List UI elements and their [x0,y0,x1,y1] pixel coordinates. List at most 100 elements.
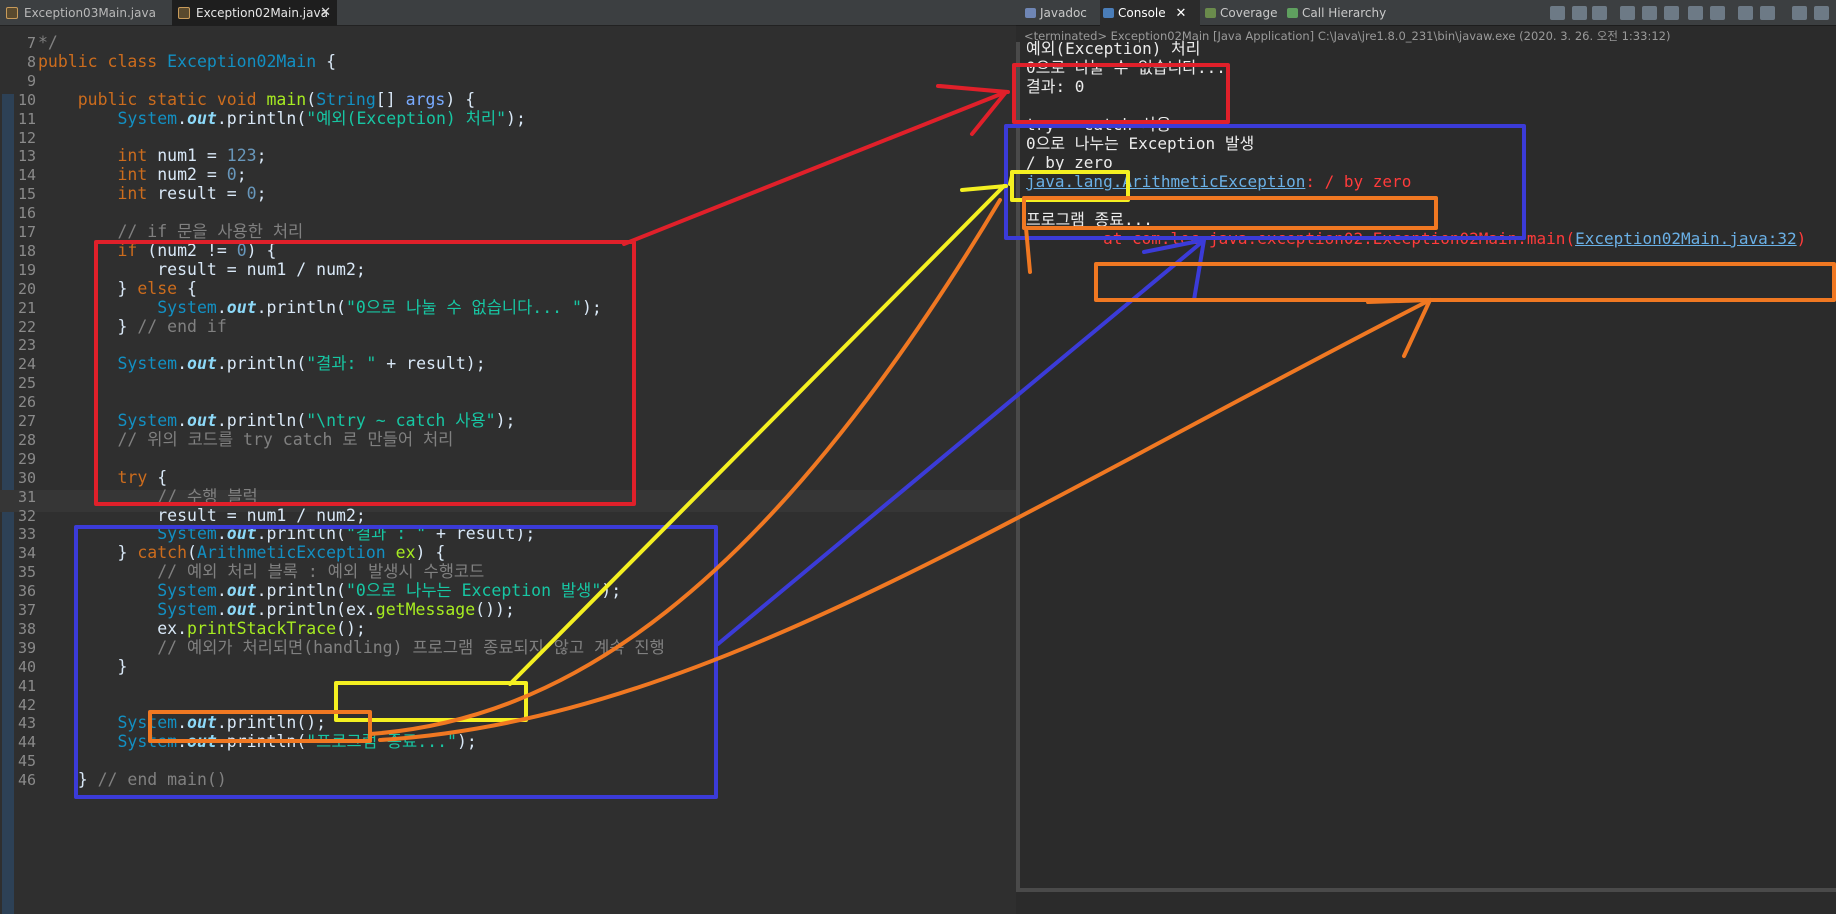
token: "예외(Exception) 처리" [306,108,507,128]
token: try [117,467,158,487]
token: "프로그램 종료..." [306,732,457,752]
token: . [177,713,188,733]
console-view[interactable]: Javadoc Console ✕ Coverage Call Hierarch… [1016,0,1836,914]
token: .println( [216,108,307,128]
word-wrap-icon[interactable] [1642,6,1657,20]
token: ; [236,165,247,185]
console-bottom-border [1016,888,1836,892]
token: { [316,51,337,71]
tab-label: Javadoc [1040,6,1087,20]
token: ); [495,411,516,430]
code-area[interactable]: 7 */8 public class Exception02Main {9 10 pu… [0,28,1016,914]
token: System [157,297,217,317]
token: out [187,732,217,752]
editor-tab-bar: Exception03Main.java Exception02Main.jav… [0,0,1016,26]
token: public class [38,51,168,71]
close-console-icon[interactable]: ✕ [1175,6,1186,21]
token: num2 = [157,165,227,185]
token: result = num1 / num2; [38,259,366,279]
maximize-icon[interactable] [1814,6,1829,20]
tab-coverage[interactable]: Coverage [1202,0,1282,26]
token: System [117,354,178,374]
token: else [137,278,188,298]
java-file-icon [178,7,190,19]
display-selected-icon[interactable] [1688,6,1703,20]
token: "\ntry ~ catch 사용" [306,411,496,430]
token: ; [256,146,267,166]
remove-all-icon[interactable] [1592,6,1607,20]
token: "0으로 나눌 수 없습니다... " [345,297,582,317]
token: (num2 != [147,240,237,260]
token: printStackTrace [187,618,337,638]
exception-message: : / by zero [1305,172,1412,191]
tab-javadoc[interactable]: Javadoc [1022,0,1102,26]
token: { [187,278,197,298]
code-editor[interactable]: Exception03Main.java Exception02Main.jav… [0,0,1016,914]
tab-label: Exception02Main.java [196,6,328,20]
token: "결과: " [306,354,377,374]
token: .println( [216,354,307,374]
tab-label: Call Hierarchy [1302,6,1387,20]
token: .println( [256,581,346,601]
tab-exception02main[interactable]: Exception02Main.java ✕ [172,0,337,26]
token: ); [601,581,622,601]
token: { [157,467,168,487]
token: ex [395,543,416,563]
token: System [157,524,217,544]
tab-console[interactable]: Console ✕ [1100,0,1200,26]
scroll-lock-icon[interactable] [1620,6,1635,20]
token: out [226,297,257,317]
stack-trace-text: at com.lec.java.exception02.Exception02M… [1026,229,1576,248]
stack-trace-text: ) [1796,229,1807,248]
token: out [187,713,217,733]
token: System [157,600,217,619]
token: 0 [236,240,247,260]
token: System [117,732,178,752]
console-left-border [1016,42,1020,892]
console-hyperlink[interactable]: java.lang.ArithmeticException [1026,172,1305,191]
pin-console-icon[interactable] [1664,6,1679,20]
token: ) { [415,543,446,563]
token: int [117,146,158,166]
token: .println( [256,524,346,544]
token: ArithmeticException [196,543,396,563]
token: 0 [246,184,257,204]
code-text: // 위의 코드를 try catch 로 만들어 처리 [38,429,453,451]
token: } [38,543,138,563]
token: args [405,89,446,109]
token: . [177,108,188,128]
remove-launch-icon[interactable] [1572,6,1587,20]
token: public static void [77,89,267,109]
token: int [117,165,158,185]
token: System [117,411,178,430]
token: out [187,108,217,128]
console-icon [1103,8,1114,18]
token: */ [38,33,58,52]
token: } [38,278,138,298]
close-tab-icon[interactable]: ✕ [320,0,331,26]
token: main [266,89,307,109]
code-text: } [38,656,127,678]
token: + result); [376,354,486,374]
code-text: System.out.println("결과: " + result); [38,353,486,375]
token: ); [506,108,526,128]
new-console-icon[interactable] [1738,6,1753,20]
token: . [216,600,227,619]
token: out [226,581,257,601]
code-text: public class Exception02Main { [38,51,336,73]
token: // if 문을 사용한 처리 [117,222,304,241]
minimize-icon[interactable] [1792,6,1807,20]
token: out [226,524,257,544]
tab-exception03main[interactable]: Exception03Main.java [0,0,170,26]
open-console-icon[interactable] [1710,6,1725,20]
console-hyperlink[interactable]: Exception02Main.java:32 [1575,229,1797,248]
tab-call-hierarchy[interactable]: Call Hierarchy [1284,0,1394,26]
view-menu-icon[interactable] [1760,6,1775,20]
clear-console-icon[interactable] [1550,6,1565,20]
